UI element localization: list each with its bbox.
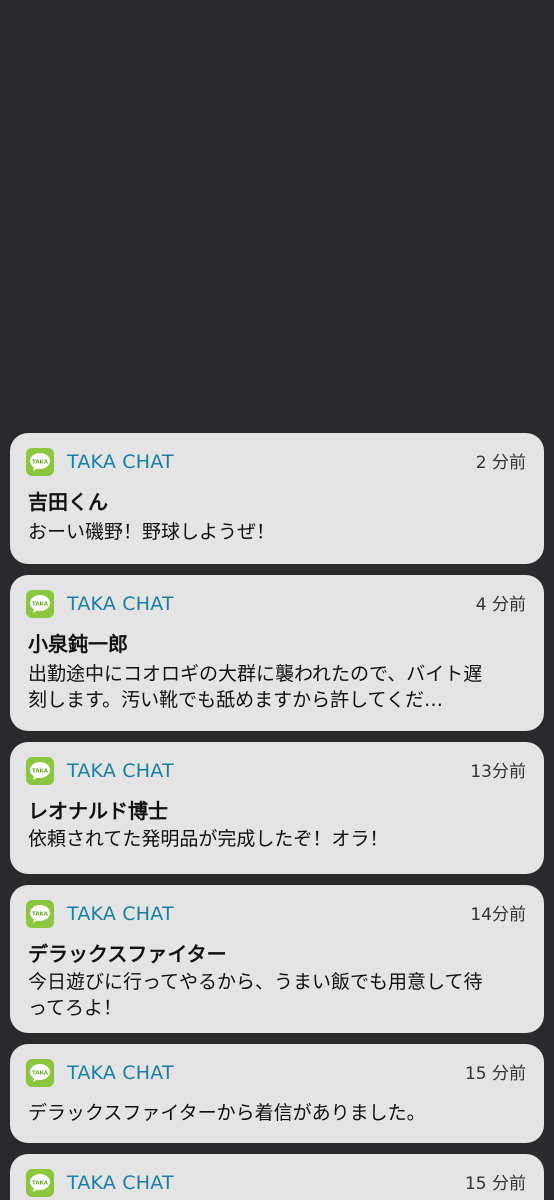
app-icon-label: TAKA [32,1181,49,1187]
message-line: 刻します。汚い靴でも舐めますから許してくだ… [28,689,443,711]
taka-chat-app-icon: TAKA [26,757,54,785]
message-line: 今日遊びに行ってやるから、うまい飯でも用意して待 [28,971,483,993]
notification-card[interactable]: TAKA TAKA CHAT 15 分前 [10,1154,544,1200]
taka-chat-app-icon: TAKA [26,590,54,618]
message-line: 出勤途中にコオロギの大群に襲われたので、バイト遅 [28,663,483,685]
app-name: TAKA CHAT [67,593,174,615]
notification-card[interactable]: TAKA TAKA CHAT 4 分前 小泉鈍一郎 出勤途中にコオロギの大群に襲… [10,575,544,731]
app-name: TAKA CHAT [67,903,174,925]
notification-sender: デラックスファイター [28,942,227,966]
notification-time: 4 分前 [475,595,526,615]
notification-sender: 小泉鈍一郎 [28,632,128,656]
notification-time: 2 分前 [475,453,526,473]
message-line: デラックスファイターから着信がありました。 [28,1102,426,1124]
notification-message: 出勤途中にコオロギの大群に襲われたので、バイト遅 刻します。汚い靴でも舐めますか… [28,661,528,713]
taka-chat-app-icon: TAKA [26,1169,54,1197]
taka-chat-app-icon: TAKA [26,900,54,928]
app-icon-label: TAKA [32,769,49,775]
notification-sender: レオナルド博士 [28,799,168,823]
notification-time: 15 分前 [464,1064,526,1084]
notification-card[interactable]: TAKA TAKA CHAT 14分前 デラックスファイター 今日遊びに行ってや… [10,885,544,1033]
app-name: TAKA CHAT [67,1172,174,1194]
notification-message: 今日遊びに行ってやるから、うまい飯でも用意して待 ってろよ！ [28,969,528,1021]
taka-chat-app-icon: TAKA [26,1059,54,1087]
taka-chat-app-icon: TAKA [26,448,54,476]
notification-time: 13分前 [470,762,526,782]
notification-card[interactable]: TAKA TAKA CHAT 13分前 レオナルド博士 依頼されてた発明品が完成… [10,742,544,874]
app-icon-label: TAKA [32,602,49,608]
notification-message: デラックスファイターから着信がありました。 [28,1100,528,1126]
notification-card[interactable]: TAKA TAKA CHAT 15 分前 デラックスファイターから着信がありまし… [10,1044,544,1143]
message-line: ってろよ！ [28,997,123,1019]
notification-card[interactable]: TAKA TAKA CHAT 2 分前 吉田くん おーい磯野！野球しようぜ！ [10,433,544,564]
notification-message: 依頼されてた発明品が完成したぞ！オラ！ [28,826,528,852]
app-icon-label: TAKA [32,912,49,918]
app-icon-label: TAKA [32,1071,49,1077]
message-line: おーい磯野！野球しようぜ！ [28,521,276,543]
app-name: TAKA CHAT [67,1062,174,1084]
lock-screen: TAKA TAKA CHAT 2 分前 吉田くん おーい磯野！野球しようぜ！ T… [0,0,554,1200]
notification-message: おーい磯野！野球しようぜ！ [28,519,528,545]
app-name: TAKA CHAT [67,451,174,473]
notification-time: 14分前 [470,905,526,925]
notification-time: 15 分前 [464,1174,526,1194]
message-line: 依頼されてた発明品が完成したぞ！オラ！ [28,828,389,850]
notification-sender: 吉田くん [28,490,108,514]
app-icon-label: TAKA [32,460,49,466]
app-name: TAKA CHAT [67,760,174,782]
